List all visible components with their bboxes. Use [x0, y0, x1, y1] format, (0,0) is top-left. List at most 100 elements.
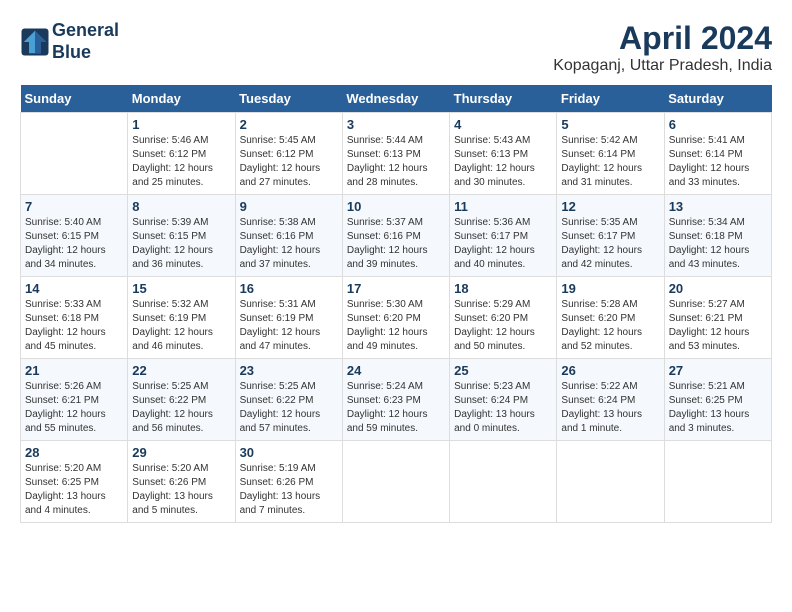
day-info: Sunrise: 5:22 AM Sunset: 6:24 PM Dayligh…	[561, 380, 659, 436]
day-info: Sunrise: 5:40 AM Sunset: 6:15 PM Dayligh…	[25, 216, 123, 272]
calendar-cell: 18 Sunrise: 5:29 AM Sunset: 6:20 PM Dayli…	[450, 277, 557, 359]
day-number: 13	[669, 199, 767, 214]
calendar-cell: 24 Sunrise: 5:24 AM Sunset: 6:23 PM Dayli…	[342, 359, 449, 441]
calendar-cell: 14 Sunrise: 5:33 AM Sunset: 6:18 PM Dayli…	[21, 277, 128, 359]
calendar-cell: 4 Sunrise: 5:43 AM Sunset: 6:13 PM Daylig…	[450, 113, 557, 195]
day-info: Sunrise: 5:38 AM Sunset: 6:16 PM Dayligh…	[240, 216, 338, 272]
calendar-cell: 15 Sunrise: 5:32 AM Sunset: 6:19 PM Dayli…	[128, 277, 235, 359]
day-number: 24	[347, 363, 445, 378]
day-number: 14	[25, 281, 123, 296]
day-info: Sunrise: 5:25 AM Sunset: 6:22 PM Dayligh…	[240, 380, 338, 436]
day-info: Sunrise: 5:35 AM Sunset: 6:17 PM Dayligh…	[561, 216, 659, 272]
day-number: 26	[561, 363, 659, 378]
calendar-cell: 9 Sunrise: 5:38 AM Sunset: 6:16 PM Daylig…	[235, 195, 342, 277]
day-number: 9	[240, 199, 338, 214]
day-info: Sunrise: 5:36 AM Sunset: 6:17 PM Dayligh…	[454, 216, 552, 272]
day-number: 4	[454, 117, 552, 132]
calendar-cell: 28 Sunrise: 5:20 AM Sunset: 6:25 PM Dayli…	[21, 441, 128, 523]
day-info: Sunrise: 5:29 AM Sunset: 6:20 PM Dayligh…	[454, 298, 552, 354]
calendar-cell: 20 Sunrise: 5:27 AM Sunset: 6:21 PM Dayli…	[664, 277, 771, 359]
day-number: 22	[132, 363, 230, 378]
day-info: Sunrise: 5:37 AM Sunset: 6:16 PM Dayligh…	[347, 216, 445, 272]
month-year: April 2024	[553, 20, 772, 57]
logo: General Blue	[20, 20, 119, 63]
day-info: Sunrise: 5:24 AM Sunset: 6:23 PM Dayligh…	[347, 380, 445, 436]
calendar-cell: 17 Sunrise: 5:30 AM Sunset: 6:20 PM Dayli…	[342, 277, 449, 359]
day-number: 5	[561, 117, 659, 132]
calendar-cell: 19 Sunrise: 5:28 AM Sunset: 6:20 PM Dayli…	[557, 277, 664, 359]
calendar-cell	[21, 113, 128, 195]
day-number: 21	[25, 363, 123, 378]
calendar-cell: 2 Sunrise: 5:45 AM Sunset: 6:12 PM Daylig…	[235, 113, 342, 195]
header-row: SundayMondayTuesdayWednesdayThursdayFrid…	[21, 85, 772, 113]
day-info: Sunrise: 5:25 AM Sunset: 6:22 PM Dayligh…	[132, 380, 230, 436]
calendar-cell: 6 Sunrise: 5:41 AM Sunset: 6:14 PM Daylig…	[664, 113, 771, 195]
day-number: 16	[240, 281, 338, 296]
day-info: Sunrise: 5:20 AM Sunset: 6:25 PM Dayligh…	[25, 462, 123, 518]
day-number: 18	[454, 281, 552, 296]
calendar-cell: 27 Sunrise: 5:21 AM Sunset: 6:25 PM Dayli…	[664, 359, 771, 441]
day-info: Sunrise: 5:21 AM Sunset: 6:25 PM Dayligh…	[669, 380, 767, 436]
day-info: Sunrise: 5:28 AM Sunset: 6:20 PM Dayligh…	[561, 298, 659, 354]
header-day-wednesday: Wednesday	[342, 85, 449, 113]
calendar-cell: 16 Sunrise: 5:31 AM Sunset: 6:19 PM Dayli…	[235, 277, 342, 359]
day-info: Sunrise: 5:34 AM Sunset: 6:18 PM Dayligh…	[669, 216, 767, 272]
page-header: General Blue April 2024 Kopaganj, Uttar …	[20, 20, 772, 75]
header-day-monday: Monday	[128, 85, 235, 113]
calendar-cell: 5 Sunrise: 5:42 AM Sunset: 6:14 PM Daylig…	[557, 113, 664, 195]
day-number: 2	[240, 117, 338, 132]
calendar-cell: 12 Sunrise: 5:35 AM Sunset: 6:17 PM Dayli…	[557, 195, 664, 277]
calendar-cell: 10 Sunrise: 5:37 AM Sunset: 6:16 PM Dayli…	[342, 195, 449, 277]
day-number: 6	[669, 117, 767, 132]
day-number: 3	[347, 117, 445, 132]
day-number: 17	[347, 281, 445, 296]
day-number: 20	[669, 281, 767, 296]
logo-icon	[20, 27, 50, 57]
day-info: Sunrise: 5:33 AM Sunset: 6:18 PM Dayligh…	[25, 298, 123, 354]
day-info: Sunrise: 5:32 AM Sunset: 6:19 PM Dayligh…	[132, 298, 230, 354]
day-info: Sunrise: 5:43 AM Sunset: 6:13 PM Dayligh…	[454, 134, 552, 190]
week-row-4: 21 Sunrise: 5:26 AM Sunset: 6:21 PM Dayli…	[21, 359, 772, 441]
day-info: Sunrise: 5:26 AM Sunset: 6:21 PM Dayligh…	[25, 380, 123, 436]
header-day-friday: Friday	[557, 85, 664, 113]
calendar-cell: 21 Sunrise: 5:26 AM Sunset: 6:21 PM Dayli…	[21, 359, 128, 441]
day-info: Sunrise: 5:45 AM Sunset: 6:12 PM Dayligh…	[240, 134, 338, 190]
day-info: Sunrise: 5:19 AM Sunset: 6:26 PM Dayligh…	[240, 462, 338, 518]
calendar-cell	[450, 441, 557, 523]
day-info: Sunrise: 5:42 AM Sunset: 6:14 PM Dayligh…	[561, 134, 659, 190]
day-number: 27	[669, 363, 767, 378]
day-info: Sunrise: 5:27 AM Sunset: 6:21 PM Dayligh…	[669, 298, 767, 354]
calendar-cell: 22 Sunrise: 5:25 AM Sunset: 6:22 PM Dayli…	[128, 359, 235, 441]
day-number: 28	[25, 445, 123, 460]
day-info: Sunrise: 5:39 AM Sunset: 6:15 PM Dayligh…	[132, 216, 230, 272]
day-number: 12	[561, 199, 659, 214]
day-info: Sunrise: 5:20 AM Sunset: 6:26 PM Dayligh…	[132, 462, 230, 518]
week-row-2: 7Sunrise: 5:40 AM Sunset: 6:15 PM Daylig…	[21, 195, 772, 277]
day-number: 15	[132, 281, 230, 296]
calendar-cell	[664, 441, 771, 523]
week-row-5: 28 Sunrise: 5:20 AM Sunset: 6:25 PM Dayli…	[21, 441, 772, 523]
header-day-thursday: Thursday	[450, 85, 557, 113]
day-number: 23	[240, 363, 338, 378]
calendar-cell: 23 Sunrise: 5:25 AM Sunset: 6:22 PM Dayli…	[235, 359, 342, 441]
calendar-cell: 8 Sunrise: 5:39 AM Sunset: 6:15 PM Daylig…	[128, 195, 235, 277]
header-day-tuesday: Tuesday	[235, 85, 342, 113]
week-row-3: 14 Sunrise: 5:33 AM Sunset: 6:18 PM Dayli…	[21, 277, 772, 359]
location: Kopaganj, Uttar Pradesh, India	[553, 57, 772, 75]
calendar-cell: 11Sunrise: 5:36 AM Sunset: 6:17 PM Dayli…	[450, 195, 557, 277]
day-info: Sunrise: 5:41 AM Sunset: 6:14 PM Dayligh…	[669, 134, 767, 190]
calendar-cell: 26 Sunrise: 5:22 AM Sunset: 6:24 PM Dayli…	[557, 359, 664, 441]
calendar-cell: 29Sunrise: 5:20 AM Sunset: 6:26 PM Dayli…	[128, 441, 235, 523]
calendar-cell: 30Sunrise: 5:19 AM Sunset: 6:26 PM Dayli…	[235, 441, 342, 523]
day-number: 10	[347, 199, 445, 214]
day-number: 8	[132, 199, 230, 214]
day-info: Sunrise: 5:31 AM Sunset: 6:19 PM Dayligh…	[240, 298, 338, 354]
day-number: 25	[454, 363, 552, 378]
day-info: Sunrise: 5:46 AM Sunset: 6:12 PM Dayligh…	[132, 134, 230, 190]
day-info: Sunrise: 5:44 AM Sunset: 6:13 PM Dayligh…	[347, 134, 445, 190]
day-info: Sunrise: 5:30 AM Sunset: 6:20 PM Dayligh…	[347, 298, 445, 354]
header-day-sunday: Sunday	[21, 85, 128, 113]
day-number: 19	[561, 281, 659, 296]
logo-text: General Blue	[52, 20, 119, 63]
calendar-table: SundayMondayTuesdayWednesdayThursdayFrid…	[20, 85, 772, 523]
